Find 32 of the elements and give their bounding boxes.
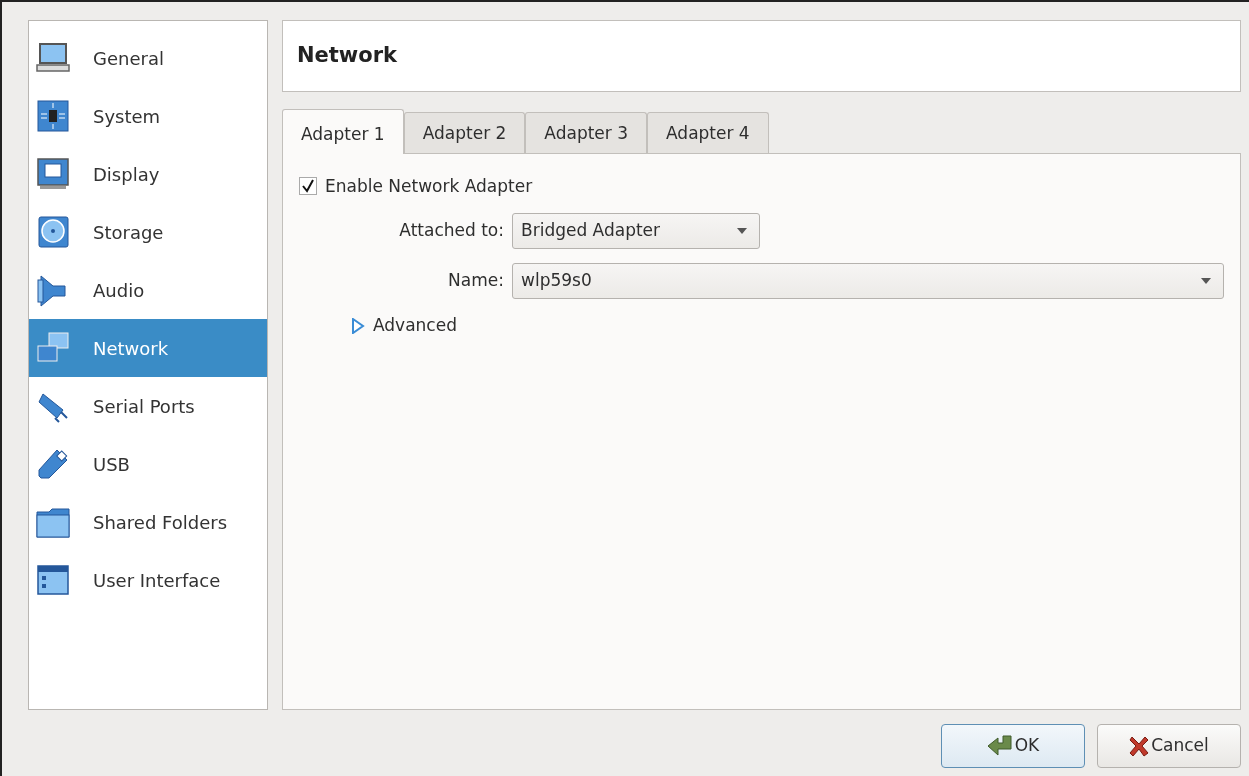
monitor-icon: [35, 156, 71, 192]
caret-icon: [1201, 278, 1211, 284]
close-icon: [1129, 735, 1150, 757]
sidebar-item[interactable]: General: [29, 29, 267, 87]
caret-icon: [737, 228, 747, 234]
dropdown[interactable]: Bridged Adapter: [512, 213, 760, 249]
sidebar-item[interactable]: USB: [29, 435, 267, 493]
checkbox[interactable]: [299, 177, 317, 196]
tab[interactable]: Adapter 2: [403, 112, 526, 153]
page-title: Network: [297, 42, 397, 70]
sidebar-item[interactable]: User Interface: [29, 551, 267, 609]
field-label: Attached to:: [398, 219, 504, 243]
return-arrow-icon: [986, 735, 1013, 757]
ok-button[interactable]: OK: [941, 724, 1085, 768]
tab[interactable]: Adapter 4: [647, 112, 769, 153]
window-icon: [35, 562, 71, 598]
advanced-toggle[interactable]: Advanced: [373, 313, 457, 339]
sidebar-item[interactable]: Network: [29, 319, 267, 377]
dropdown[interactable]: wlp59s0: [512, 263, 1224, 299]
sidebar-item[interactable]: Audio: [29, 261, 267, 319]
field-label: Name:: [447, 269, 504, 293]
sidebar-item[interactable]: Serial Ports: [29, 377, 267, 435]
collapsed-arrow-icon[interactable]: [351, 317, 365, 334]
chip-icon: [35, 98, 71, 134]
sidebar-item[interactable]: Display: [29, 145, 267, 203]
cancel-button[interactable]: Cancel: [1097, 724, 1241, 768]
checkbox-label[interactable]: Enable Network Adapter: [325, 173, 533, 199]
tab[interactable]: Adapter 3: [525, 112, 647, 153]
sidebar-item[interactable]: System: [29, 87, 267, 145]
sidebar-item[interactable]: Storage: [29, 203, 267, 261]
sidebar-item[interactable]: Shared Folders: [29, 493, 267, 551]
tab[interactable]: Adapter 1: [282, 109, 404, 154]
